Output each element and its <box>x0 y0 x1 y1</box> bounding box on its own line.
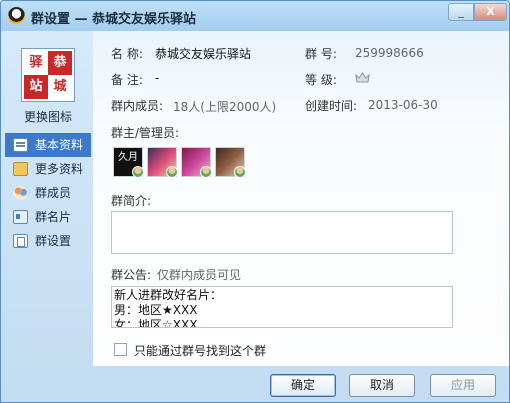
change-icon-link[interactable]: 更换图标 <box>24 108 72 125</box>
avatar[interactable] <box>147 147 178 178</box>
sidebar: 驿 恭 站 城 更换图标 基本资料 更多资料 群成员 群名片 群设置 <box>1 31 93 366</box>
avatar-text: 久月 <box>118 152 138 163</box>
members-icon <box>13 186 28 200</box>
avatar[interactable] <box>181 147 212 178</box>
apply-button[interactable]: 应用 <box>430 374 496 397</box>
settings-icon <box>13 234 28 248</box>
group-name-value: 恭城交友娱乐驿站 <box>155 47 252 61</box>
intro-label: 群简介: <box>111 194 152 208</box>
sidebar-item-label: 群成员 <box>35 186 72 200</box>
created-date-value: 2013-06-30 <box>368 98 438 112</box>
more-info-icon <box>13 162 28 176</box>
level-label: 等 级: <box>305 73 337 87</box>
notice-line: 女：地区☆XXX <box>114 318 198 328</box>
admin-badge-icon <box>234 166 246 178</box>
window-title: 群设置 — 恭城交友娱乐驿站 <box>31 12 197 27</box>
admins-label: 群主/管理员: <box>111 126 180 140</box>
admin-badge-icon <box>166 166 178 178</box>
group-settings-window: 群设置 — 恭城交友娱乐驿站 _ X 驿 恭 站 城 更换图标 基本资料 更多资… <box>0 0 510 403</box>
crown-icon <box>355 72 370 83</box>
sidebar-item-label: 群名片 <box>35 210 72 224</box>
sidebar-item-more-info[interactable]: 更多资料 <box>5 157 91 181</box>
info-icon <box>13 138 28 152</box>
sidebar-item-label: 更多资料 <box>35 162 84 176</box>
remark-value: - <box>155 71 160 85</box>
notice-label: 群公告: <box>111 268 152 282</box>
admin-badge-icon <box>200 166 212 178</box>
group-number-value: 259998666 <box>355 46 424 60</box>
group-number-label: 群 号: <box>305 47 337 61</box>
avatar[interactable] <box>215 147 246 178</box>
notice-textbox[interactable]: 新人进群改好名片： 男：地区★XXX 女：地区☆XXX <box>111 286 453 328</box>
notice-hint: 仅群内成员可见 <box>157 268 242 282</box>
title-bar[interactable]: 群设置 — 恭城交友娱乐驿站 _ X <box>1 1 509 31</box>
sidebar-item-settings[interactable]: 群设置 <box>5 229 91 253</box>
name-label: 名 称: <box>111 47 143 61</box>
dialog-footer: 确定 取消 应用 <box>1 366 509 402</box>
minimize-button[interactable]: _ <box>448 3 474 21</box>
sidebar-item-basic-info[interactable]: 基本资料 <box>5 133 91 157</box>
find-by-number-label[interactable]: 只能通过群号找到这个群 <box>134 342 266 359</box>
basic-info-panel: 名 称: 恭城交友娱乐驿站 群 号: 259998666 备 注: - 等 级:… <box>93 31 509 366</box>
cancel-button[interactable]: 取消 <box>349 374 415 397</box>
intro-textbox[interactable] <box>111 211 453 254</box>
sidebar-item-members[interactable]: 群成员 <box>5 181 91 205</box>
members-value: 18人(上限2000人) <box>173 100 277 114</box>
sidebar-item-label: 群设置 <box>35 234 72 248</box>
qq-penguin-icon <box>8 7 25 24</box>
logo-char: 恭 <box>53 55 67 70</box>
card-icon <box>13 210 28 224</box>
sidebar-item-label: 基本资料 <box>35 138 84 152</box>
admin-badge-icon <box>132 166 144 178</box>
find-by-number-checkbox[interactable] <box>114 343 127 356</box>
group-logo[interactable]: 驿 恭 站 城 <box>21 48 75 102</box>
avatar[interactable]: 久月 <box>113 147 144 178</box>
notice-line: 新人进群改好名片： <box>114 288 223 302</box>
admin-avatar-list: 久月 <box>113 147 246 178</box>
group-logo-image: 驿 恭 站 城 <box>24 51 72 99</box>
members-label: 群内成员: <box>111 99 164 113</box>
ok-button[interactable]: 确定 <box>270 374 336 397</box>
sidebar-nav: 基本资料 更多资料 群成员 群名片 群设置 <box>5 133 91 253</box>
remark-label: 备 注: <box>111 73 143 87</box>
logo-char: 站 <box>29 79 43 94</box>
logo-char: 城 <box>48 75 72 99</box>
created-label: 创建时间: <box>305 99 358 113</box>
close-button[interactable]: X <box>474 3 507 21</box>
notice-line: 男：地区★XXX <box>114 303 198 317</box>
logo-char: 驿 <box>24 51 48 75</box>
sidebar-item-card[interactable]: 群名片 <box>5 205 91 229</box>
